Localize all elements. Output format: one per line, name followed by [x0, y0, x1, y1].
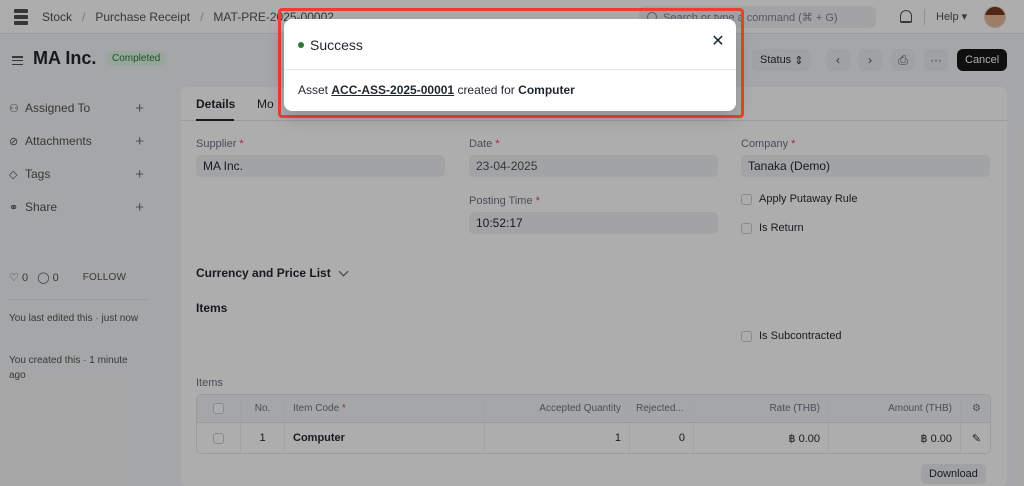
message-prefix: Asset [298, 83, 329, 97]
success-indicator-dot [298, 42, 304, 48]
dialog-title: Success [310, 37, 363, 53]
close-icon[interactable]: ✕ [709, 32, 727, 50]
message-mid: created for [457, 83, 515, 97]
asset-item-name: Computer [518, 83, 575, 97]
dialog-message: Asset ACC-ASS-2025-00001 created for Com… [298, 83, 575, 97]
success-dialog: Success ✕ Asset ACC-ASS-2025-00001 creat… [284, 19, 736, 111]
dialog-header: Success ✕ [284, 19, 736, 70]
asset-link[interactable]: ACC-ASS-2025-00001 [331, 83, 454, 97]
